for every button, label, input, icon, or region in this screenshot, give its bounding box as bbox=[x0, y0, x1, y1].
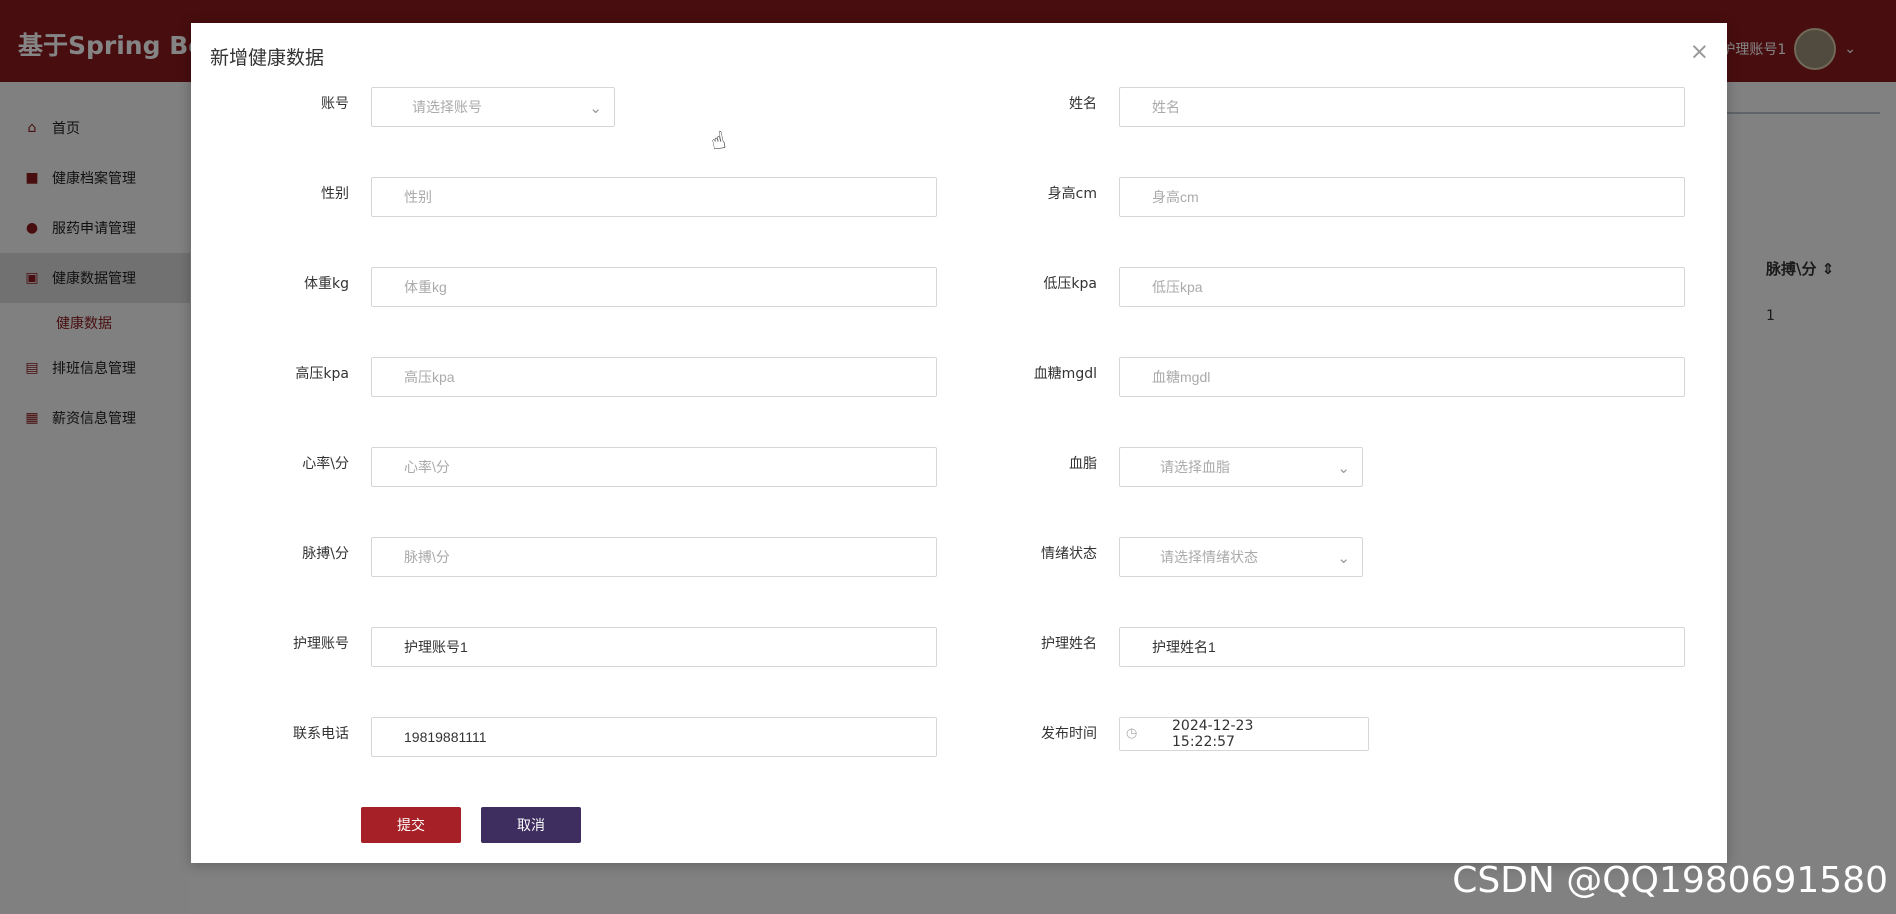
add-health-data-dialog: 新增健康数据 × 账号 请选择账号 ⌄ 性别 体重kg 高压kpa 心率\分 脉… bbox=[191, 23, 1727, 863]
nurse-name-label: 护理姓名 bbox=[1041, 636, 1097, 652]
gender-label: 性别 bbox=[321, 186, 349, 202]
pulse-input[interactable] bbox=[371, 537, 937, 577]
mood-select[interactable]: 请选择情绪状态 ⌄ bbox=[1119, 537, 1363, 577]
nurse-account-input[interactable] bbox=[371, 627, 937, 667]
heart-rate-label: 心率\分 bbox=[302, 456, 349, 472]
nurse-account-label: 护理账号 bbox=[293, 636, 349, 652]
phone-label: 联系电话 bbox=[293, 726, 349, 742]
name-input[interactable] bbox=[1119, 87, 1685, 127]
weight-input[interactable] bbox=[371, 267, 937, 307]
watermark: CSDN @QQ1980691580 bbox=[1452, 860, 1888, 901]
nurse-name-input[interactable] bbox=[1119, 627, 1685, 667]
chevron-down-icon: ⌄ bbox=[1337, 549, 1350, 567]
phone-input[interactable] bbox=[371, 717, 937, 757]
account-select[interactable]: 请选择账号 ⌄ bbox=[371, 87, 615, 127]
clock-icon: ◷ bbox=[1126, 726, 1138, 741]
cancel-button[interactable]: 取消 bbox=[481, 807, 581, 843]
chevron-down-icon: ⌄ bbox=[1337, 459, 1350, 477]
dialog-title: 新增健康数据 bbox=[210, 47, 325, 69]
hand-cursor-icon: ☝ bbox=[708, 125, 729, 157]
heart-rate-input[interactable] bbox=[371, 447, 937, 487]
height-label: 身高cm bbox=[1047, 186, 1097, 202]
mood-label: 情绪状态 bbox=[1041, 546, 1097, 562]
height-input[interactable] bbox=[1119, 177, 1685, 217]
blood-lipid-label: 血脂 bbox=[1069, 456, 1097, 472]
low-pressure-label: 低压kpa bbox=[1043, 276, 1097, 292]
publish-time-label: 发布时间 bbox=[1041, 726, 1097, 742]
pulse-label: 脉搏\分 bbox=[302, 546, 349, 562]
blood-sugar-input[interactable] bbox=[1119, 357, 1685, 397]
submit-button[interactable]: 提交 bbox=[361, 807, 461, 843]
account-label: 账号 bbox=[321, 96, 349, 112]
weight-label: 体重kg bbox=[304, 276, 349, 292]
low-pressure-input[interactable] bbox=[1119, 267, 1685, 307]
blood-sugar-label: 血糖mgdl bbox=[1033, 366, 1097, 382]
high-pressure-input[interactable] bbox=[371, 357, 937, 397]
high-pressure-label: 高压kpa bbox=[295, 366, 349, 382]
name-label: 姓名 bbox=[1069, 96, 1097, 112]
publish-time-picker[interactable]: ◷ 2024-12-23 15:22:57 bbox=[1119, 717, 1369, 751]
chevron-down-icon: ⌄ bbox=[589, 99, 602, 117]
blood-lipid-select[interactable]: 请选择血脂 ⌄ bbox=[1119, 447, 1363, 487]
close-icon[interactable]: × bbox=[1690, 39, 1709, 65]
gender-input[interactable] bbox=[371, 177, 937, 217]
